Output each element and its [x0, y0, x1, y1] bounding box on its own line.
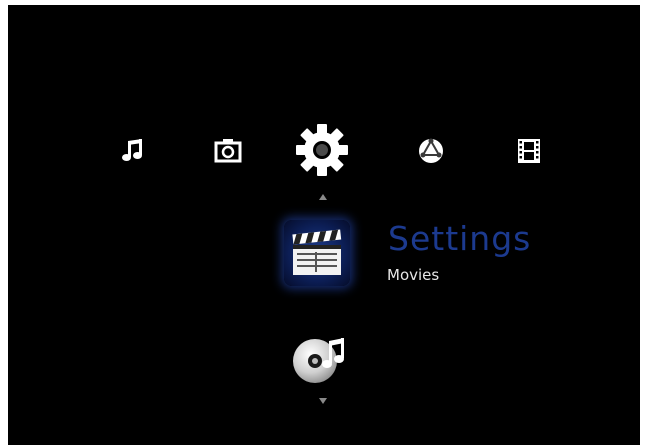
clapperboard-icon — [292, 229, 342, 275]
scroll-up-arrow-icon[interactable] — [319, 194, 327, 200]
camera-icon[interactable] — [214, 137, 242, 163]
music-note-icon[interactable] — [120, 138, 146, 164]
music-disc-icon[interactable] — [289, 327, 353, 391]
current-item-label: Movies — [387, 266, 440, 284]
media-menu-screen: Settings Movies — [8, 5, 640, 445]
section-title: Settings — [388, 219, 532, 258]
scroll-down-arrow-icon[interactable] — [319, 398, 327, 404]
gear-icon[interactable] — [294, 122, 350, 178]
network-globe-icon[interactable] — [417, 137, 445, 165]
selected-item-tile[interactable] — [284, 220, 350, 286]
film-strip-icon[interactable] — [516, 137, 542, 165]
